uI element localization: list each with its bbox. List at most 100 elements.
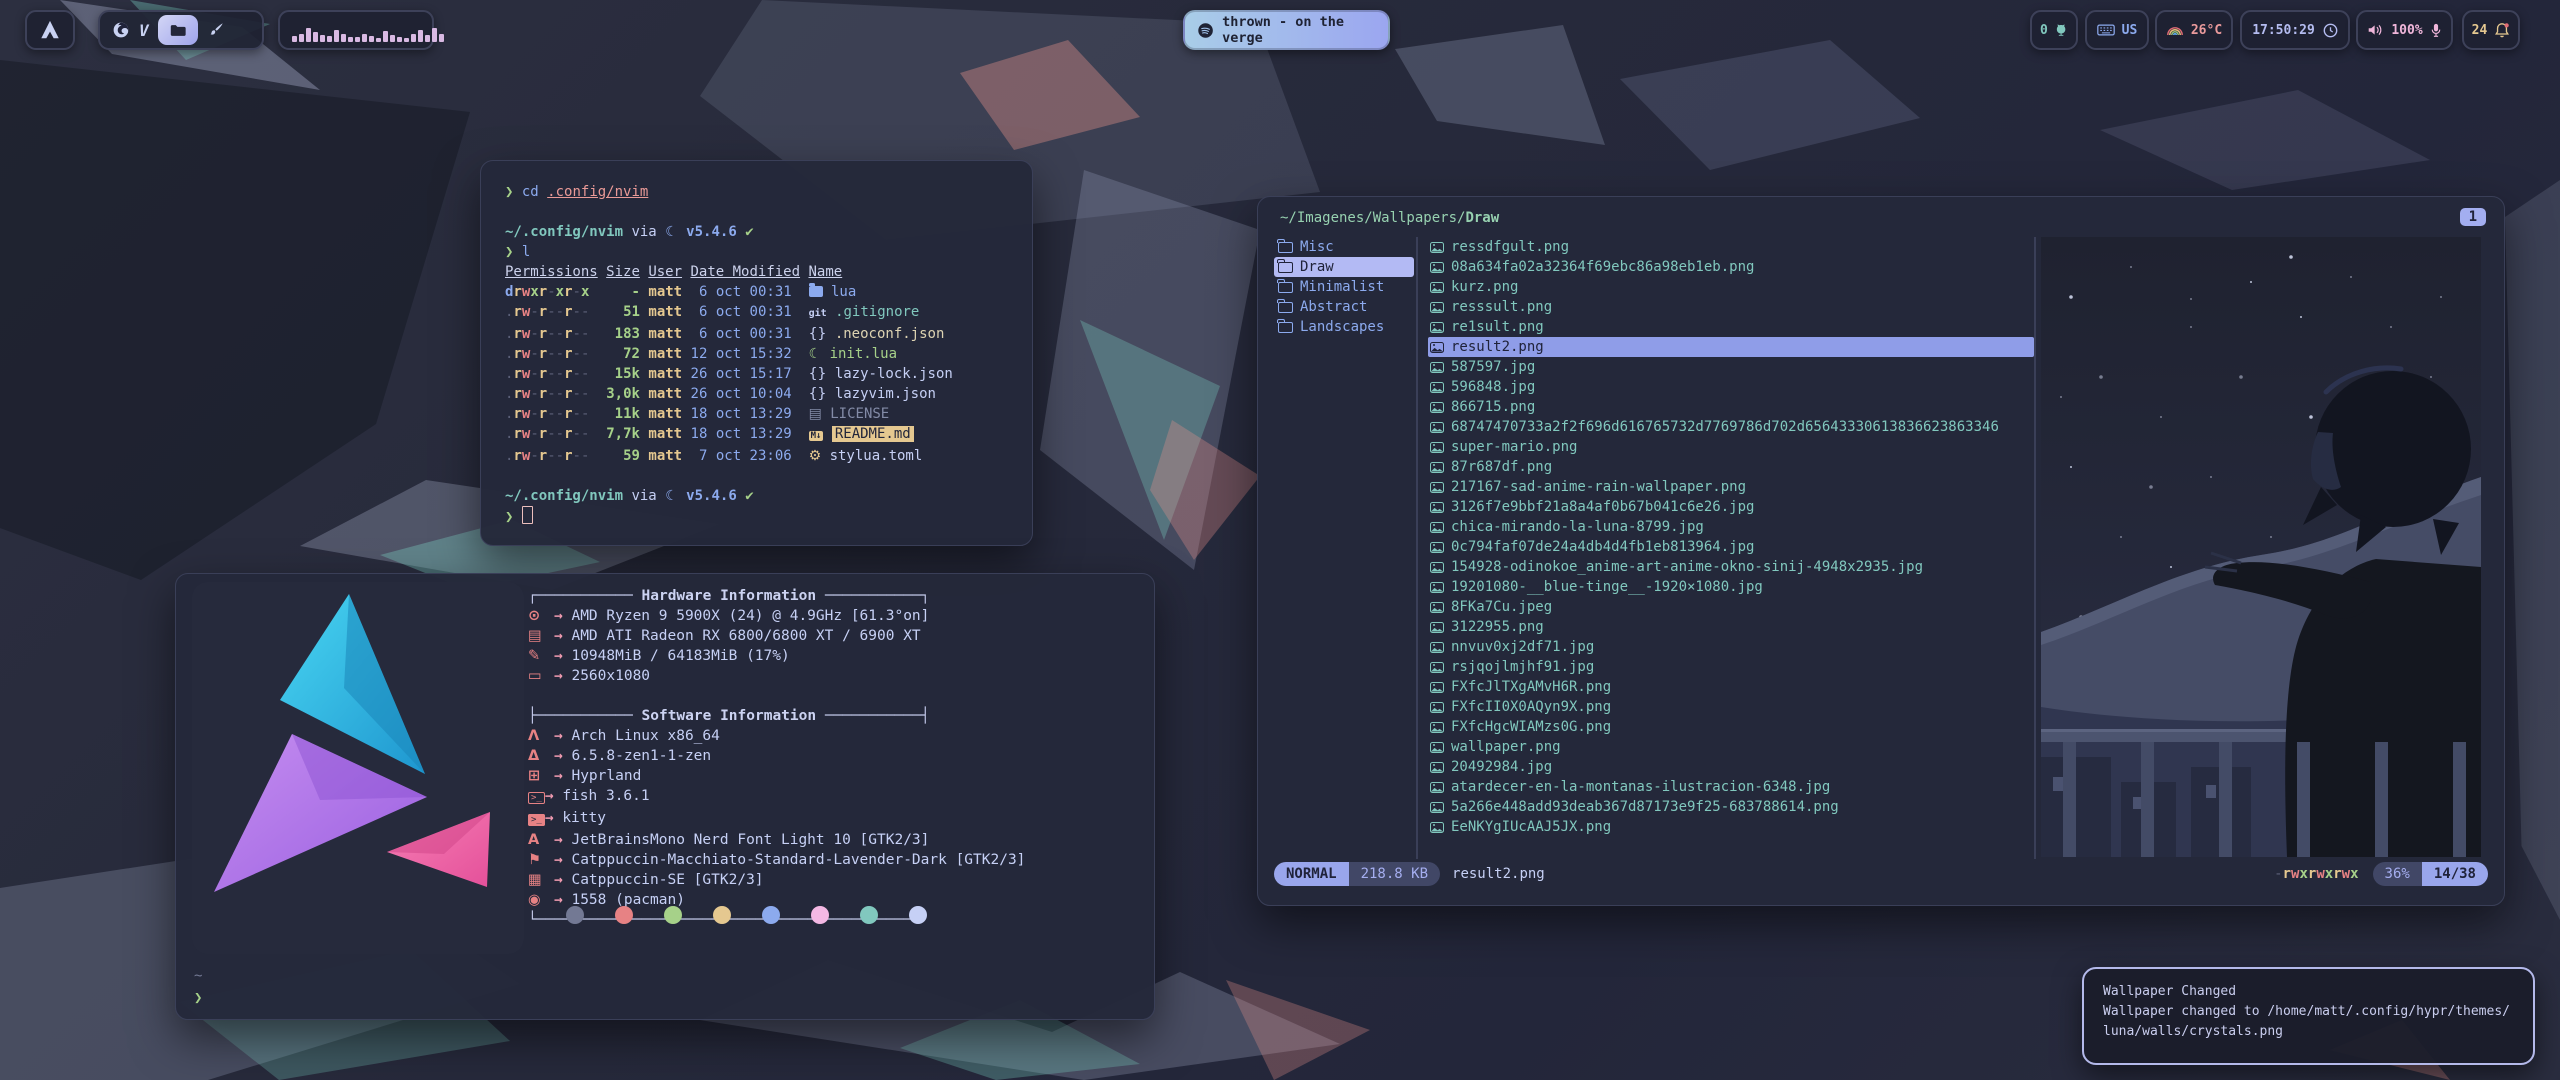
updates-module[interactable]: 0 (2030, 10, 2078, 50)
image-file-icon (1430, 822, 1444, 833)
file-item[interactable]: FXfcHgcWIAMzs0G.png (1428, 717, 2034, 737)
file-item[interactable]: FXfcJlTXgAMvH6R.png (1428, 677, 2034, 697)
notification-body: Wallpaper changed to /home/matt/.config/… (2103, 1002, 2514, 1042)
file-item[interactable]: atardecer-en-la-montanas-ilustracion-634… (1428, 777, 2034, 797)
fetch-line: ┌─────────── Hardware Information ──────… (528, 586, 1025, 606)
parent-dir-landscapes[interactable]: Landscapes (1274, 317, 1414, 337)
cat-icon (2054, 22, 2068, 38)
json-icon: {} (809, 366, 827, 382)
workspace-vim[interactable]: V (139, 21, 149, 40)
file-item[interactable]: EeNKYgIUcAAJ5JX.png (1428, 817, 2034, 837)
cpu-icon: ⊙ (528, 606, 554, 626)
fetch-line: Λ→ Arch Linux x86_64 (528, 726, 1025, 746)
file-item[interactable]: 3126f7e9bbf21a8a4af0b67b041c6e26.jpg (1428, 497, 2034, 517)
file-item[interactable]: 87r687df.png (1428, 457, 2034, 477)
parent-dir-draw[interactable]: Draw (1274, 257, 1414, 277)
parent-dir-minimalist[interactable]: Minimalist (1274, 277, 1414, 297)
list-position: 14/38 (2422, 862, 2488, 886)
workspace-files-active[interactable] (158, 15, 198, 45)
terminal-window[interactable]: ❯ cd .config/nvim ~/.config/nvim via ☾ v… (480, 160, 1033, 546)
file-item[interactable]: 596848.jpg (1428, 377, 2034, 397)
file-item[interactable]: resssult.png (1428, 297, 2034, 317)
clock-module[interactable]: 17:50:29 (2240, 10, 2350, 50)
file-item[interactable]: wallpaper.png (1428, 737, 2034, 757)
file-item[interactable]: re1sult.png (1428, 317, 2034, 337)
tab-indicator[interactable]: 1 (2460, 208, 2486, 226)
parent-dir-abstract[interactable]: Abstract (1274, 297, 1414, 317)
file-item[interactable]: 08a634fa02a32364f69ebc86a98eb1eb.png (1428, 257, 2034, 277)
fetch-line: >_→ fish 3.6.1 (528, 786, 1025, 808)
terminal-cursor (522, 506, 533, 524)
file-item[interactable]: 866715.png (1428, 397, 2034, 417)
file-item[interactable]: kurz.png (1428, 277, 2034, 297)
file-size: 218.8 KB (1349, 862, 1440, 886)
notification-popup[interactable]: Wallpaper Changed Wallpaper changed to /… (2082, 967, 2535, 1065)
file-item[interactable]: ressdfgult.png (1428, 237, 2034, 257)
file-item[interactable]: 20492984.jpg (1428, 757, 2034, 777)
file-item[interactable]: result2.png (1428, 337, 2034, 357)
mode-badge: NORMAL (1274, 862, 1349, 886)
file-item[interactable]: rsjqojlmjhf91.jpg (1428, 657, 2034, 677)
workspace-paint[interactable] (207, 21, 225, 39)
image-file-icon (1430, 322, 1444, 333)
status-bar: NORMAL 218.8 KB result2.png -rwxrwxrwx 3… (1274, 861, 2488, 887)
now-playing-widget[interactable]: thrown - on the verge (1183, 10, 1390, 50)
weather-module[interactable]: 26°C (2155, 10, 2233, 50)
image-file-icon (1430, 682, 1444, 693)
file-permissions: -rwxrwxrwx (2274, 866, 2358, 882)
image-file-icon (1430, 382, 1444, 393)
fetch-window[interactable]: ┌─────────── Hardware Information ──────… (175, 573, 1155, 1020)
notifications-module[interactable]: 24 (2462, 10, 2520, 50)
visualizer-bar (348, 37, 353, 42)
file-list-pane: ressdfgult.png08a634fa02a32364f69ebc86a9… (1428, 237, 2034, 837)
palette-dot (566, 906, 584, 924)
file-item[interactable]: 68747470733a2f2f696d616765732d7769786d70… (1428, 417, 2034, 437)
palette-dot (762, 906, 780, 924)
pane-divider (2034, 237, 2036, 859)
status-filename: result2.png (1452, 866, 1545, 882)
arch-icon: Λ (528, 726, 554, 746)
file-item[interactable]: 217167-sad-anime-rain-wallpaper.png (1428, 477, 2034, 497)
keyboard-layout-module[interactable]: US (2085, 10, 2149, 50)
arch-logo-icon (39, 19, 61, 41)
launcher-button[interactable] (25, 10, 75, 50)
file-item[interactable]: 587597.jpg (1428, 357, 2034, 377)
fetch-line: ▭→ 2560x1080 (528, 666, 1025, 686)
image-file-icon (1430, 482, 1444, 493)
color-palette (566, 906, 927, 924)
file-item[interactable]: 8FKa7Cu.jpeg (1428, 597, 2034, 617)
file-item[interactable]: 154928-odinokoe_anime-art-anime-okno-sin… (1428, 557, 2034, 577)
fetch-line: ⚑→ Catppuccin-Macchiato-Standard-Lavende… (528, 850, 1025, 870)
volume-module[interactable]: 100% (2356, 10, 2453, 50)
image-file-icon (1430, 582, 1444, 593)
visualizer-bar (355, 37, 360, 42)
image-file-icon (1430, 422, 1444, 433)
file-item[interactable]: 19201080-__blue-tinge__-1920×1080.jpg (1428, 577, 2034, 597)
workspace-firefox[interactable] (112, 21, 130, 39)
image-file-icon (1430, 542, 1444, 553)
file-item[interactable]: 3122955.png (1428, 617, 2034, 637)
file-item[interactable]: super-mario.png (1428, 437, 2034, 457)
fetch-line: ✎→ 10948MiB / 64183MiB (17%) (528, 646, 1025, 666)
image-file-icon (1430, 302, 1444, 313)
notifications-count: 24 (2472, 23, 2488, 38)
parent-dir-misc[interactable]: Misc (1274, 237, 1414, 257)
json-icon: {} (809, 386, 827, 402)
image-file-icon (1430, 242, 1444, 253)
visualizer-bar (299, 34, 304, 42)
fetch-line: Δ→ 6.5.8-zen1-1-zen (528, 746, 1025, 766)
memory-icon: ✎ (528, 646, 554, 666)
image-file-icon (1430, 802, 1444, 813)
file-item[interactable]: 5a266e448add93deab367d87173e9f25-6837886… (1428, 797, 2034, 817)
file-manager-window[interactable]: ~/Imagenes/Wallpapers/Draw 1 MiscDrawMin… (1257, 196, 2505, 906)
file-item[interactable]: 0c794faf07de24a4db4d4fb1eb813964.jpg (1428, 537, 2034, 557)
terminal-icon: >_ (528, 814, 545, 826)
file-item[interactable]: nnvuv0xj2df71.jpg (1428, 637, 2034, 657)
file-item[interactable]: chica-mirando-la-luna-8799.jpg (1428, 517, 2034, 537)
terminal-line: ~/.config/nvim via ☾ v5.4.6 ✔ (505, 486, 1008, 506)
file-item[interactable]: FXfcII0X0AQyn9X.png (1428, 697, 2034, 717)
fetch-line: A→ JetBrainsMono Nerd Font Light 10 [GTK… (528, 830, 1025, 850)
palette-dot (909, 906, 927, 924)
spotify-icon (1197, 21, 1214, 40)
image-file-icon (1430, 622, 1444, 633)
